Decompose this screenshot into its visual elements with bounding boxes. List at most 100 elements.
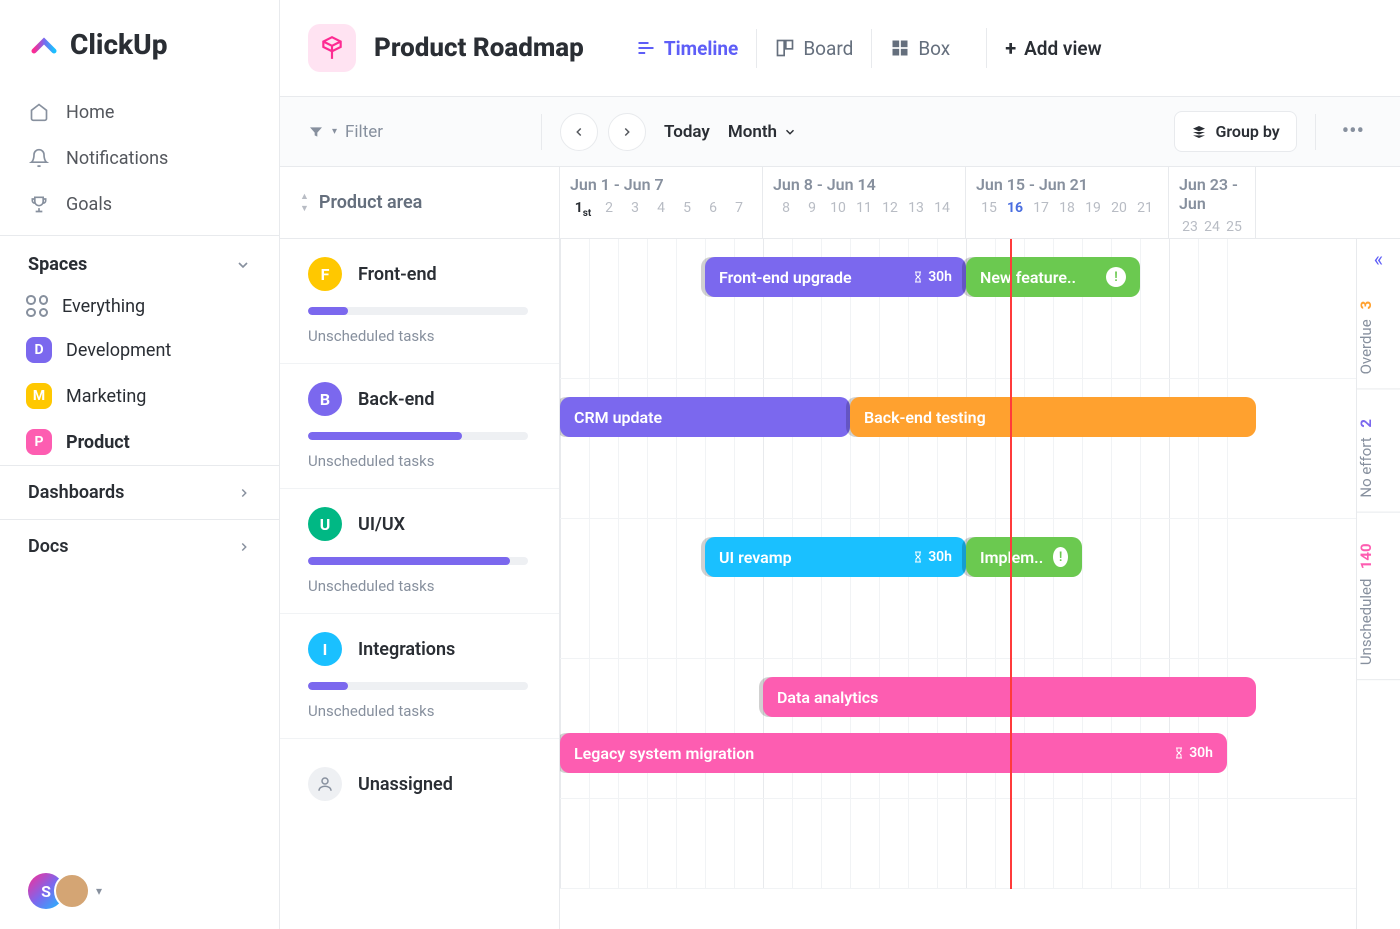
group-column-header[interactable]: ▲▼ Product area xyxy=(280,167,559,239)
user-menu[interactable]: S ▾ xyxy=(0,853,279,929)
task-label: Front-end upgrade xyxy=(719,268,852,287)
plus-icon: + xyxy=(1005,36,1016,60)
task-bar[interactable]: CRM update xyxy=(560,397,850,437)
more-button[interactable]: ••• xyxy=(1334,119,1372,144)
user-avatar-photo xyxy=(54,873,90,909)
day-cell: 6 xyxy=(700,200,726,219)
space-badge-icon: D xyxy=(26,337,52,363)
page-icon xyxy=(308,24,356,72)
app-name: ClickUp xyxy=(70,28,167,61)
nav-dashboards-label: Dashboards xyxy=(28,482,124,503)
timeline: ▲▼ Product area FFront-endUnscheduled ta… xyxy=(280,167,1400,929)
group-by-button[interactable]: Group by xyxy=(1174,111,1296,152)
day-cell: 3 xyxy=(622,200,648,219)
app-logo[interactable]: ClickUp xyxy=(0,0,279,81)
unscheduled-link[interactable]: Unscheduled tasks xyxy=(308,702,531,720)
week-header: Jun 23 - Jun232425 xyxy=(1169,167,1256,238)
rail-overdue[interactable]: Overdue 3 xyxy=(1357,287,1400,389)
nav-notifications[interactable]: Notifications xyxy=(14,135,265,181)
main-content: Product Roadmap TimelineBoardBox + Add v… xyxy=(280,0,1400,929)
sort-icon: ▲▼ xyxy=(300,191,309,214)
next-button[interactable] xyxy=(608,113,646,151)
space-label: Product xyxy=(66,432,130,453)
nav-home[interactable]: Home xyxy=(14,89,265,135)
view-tab-label: Timeline xyxy=(664,37,739,60)
day-cell: 13 xyxy=(903,200,929,216)
nav-goals[interactable]: Goals xyxy=(14,181,265,227)
view-tab-box[interactable]: Box xyxy=(871,29,968,68)
right-rail: « Overdue 3 No effort 2 Unscheduled 140 xyxy=(1356,239,1400,929)
task-label: New feature.. xyxy=(980,268,1076,287)
rail-noeffort[interactable]: No effort 2 xyxy=(1357,405,1400,513)
group-progress xyxy=(308,307,528,315)
unscheduled-link[interactable]: Unscheduled tasks xyxy=(308,327,531,345)
chevron-right-icon xyxy=(237,540,251,554)
range-selector[interactable]: Month xyxy=(728,122,797,142)
task-label: CRM update xyxy=(574,408,662,427)
topbar: Product Roadmap TimelineBoardBox + Add v… xyxy=(280,0,1400,97)
day-cell: 16 xyxy=(1002,200,1028,216)
spaces-header[interactable]: Spaces xyxy=(0,235,279,285)
day-cell: 23 xyxy=(1179,219,1201,235)
task-bar[interactable]: Legacy system migration30h xyxy=(560,733,1227,773)
task-bar[interactable]: Implem..! xyxy=(966,537,1082,577)
rail-overdue-label: Overdue xyxy=(1357,319,1375,374)
week-header: Jun 1 - Jun 71st234567 xyxy=(560,167,763,238)
week-header: Jun 15 - Jun 2115161718192021 xyxy=(966,167,1169,238)
task-label: UI revamp xyxy=(719,548,792,567)
week-label: Jun 1 - Jun 7 xyxy=(570,175,752,194)
view-tab-board[interactable]: Board xyxy=(756,29,871,68)
sidebar-space-development[interactable]: DDevelopment xyxy=(0,327,279,373)
task-label: Legacy system migration xyxy=(574,744,754,763)
task-bar[interactable]: New feature..! xyxy=(966,257,1140,297)
view-tab-label: Box xyxy=(918,37,950,60)
day-cell: 11 xyxy=(851,200,877,216)
gantt-chart[interactable]: Jun 1 - Jun 71st234567Jun 8 - Jun 148910… xyxy=(560,167,1400,929)
nav-docs[interactable]: Docs xyxy=(0,519,279,573)
filter-label: Filter xyxy=(345,122,383,142)
view-tab-timeline[interactable]: Timeline xyxy=(618,29,757,68)
filter-icon xyxy=(308,124,324,140)
prev-button[interactable] xyxy=(560,113,598,151)
layers-icon xyxy=(1191,124,1207,140)
rail-unscheduled-count: 140 xyxy=(1357,543,1375,569)
chart-row: Data analyticsLegacy system migration30h xyxy=(560,659,1400,799)
today-button[interactable]: Today xyxy=(664,122,710,142)
group-row-integrations[interactable]: I Integrations Unscheduled tasks xyxy=(280,614,559,739)
unscheduled-link[interactable]: Unscheduled tasks xyxy=(308,452,531,470)
space-badge-icon: P xyxy=(26,429,52,455)
day-cell: 21 xyxy=(1132,200,1158,216)
group-progress xyxy=(308,432,528,440)
group-row-backend[interactable]: BBack-endUnscheduled tasks xyxy=(280,364,559,489)
week-label: Jun 8 - Jun 14 xyxy=(773,175,955,194)
chart-row: UI revamp 30h Implem..! xyxy=(560,519,1400,659)
filter-button[interactable]: ▾ Filter xyxy=(308,122,383,142)
week-label: Jun 23 - Jun xyxy=(1179,175,1245,213)
rail-unscheduled[interactable]: Unscheduled 140 xyxy=(1357,529,1400,680)
unassigned-group[interactable]: Unassigned xyxy=(280,739,559,829)
task-hours-badge: 30h xyxy=(912,549,952,565)
task-bar[interactable]: Back-end testing xyxy=(850,397,1256,437)
unscheduled-link[interactable]: Unscheduled tasks xyxy=(308,577,531,595)
group-badge-icon: I xyxy=(308,632,342,666)
sidebar-space-marketing[interactable]: MMarketing xyxy=(0,373,279,419)
rail-overdue-count: 3 xyxy=(1357,301,1375,310)
day-cell: 4 xyxy=(648,200,674,219)
collapse-rail-button[interactable]: « xyxy=(1374,247,1383,271)
day-cell: 20 xyxy=(1106,200,1132,216)
nav-dashboards[interactable]: Dashboards xyxy=(0,465,279,519)
sidebar-space-product[interactable]: P Product xyxy=(0,419,279,465)
task-bar[interactable]: Front-end upgrade30h xyxy=(705,257,966,297)
group-name: Integrations xyxy=(358,639,455,660)
day-cell: 18 xyxy=(1054,200,1080,216)
day-cell: 8 xyxy=(773,200,799,216)
space-everything[interactable]: Everything xyxy=(0,285,279,327)
trophy-icon xyxy=(28,193,50,215)
group-row-frontend[interactable]: FFront-endUnscheduled tasks xyxy=(280,239,559,364)
task-bar[interactable]: UI revamp 30h xyxy=(705,537,966,577)
nav-docs-label: Docs xyxy=(28,536,69,557)
week-label: Jun 15 - Jun 21 xyxy=(976,175,1158,194)
add-view-button[interactable]: + Add view xyxy=(986,28,1119,68)
group-row-uiux[interactable]: UUI/UXUnscheduled tasks xyxy=(280,489,559,614)
day-cell: 19 xyxy=(1080,200,1106,216)
